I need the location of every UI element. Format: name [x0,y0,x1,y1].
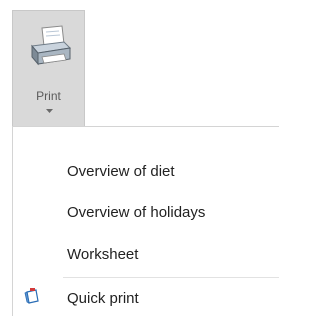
print-label: Print [36,89,61,103]
quick-print-label: Quick print [67,290,139,307]
menu-item-quick-print[interactable]: Quick print [13,282,279,316]
menu-item-worksheet[interactable]: Worksheet [67,246,138,263]
menu-item-overview-of-diet[interactable]: Overview of diet [67,163,175,180]
print-menu-screen: Print Overview of diet Overview of holid… [0,0,279,316]
print-dropdown-menu: Overview of diet Overview of holidays Wo… [12,126,279,316]
menu-separator [63,277,279,278]
chevron-down-icon [46,109,53,113]
print-button[interactable]: Print [12,10,85,126]
quick-print-icon [24,288,39,304]
menu-item-overview-of-holidays[interactable]: Overview of holidays [67,204,205,221]
printer-icon [31,25,72,66]
